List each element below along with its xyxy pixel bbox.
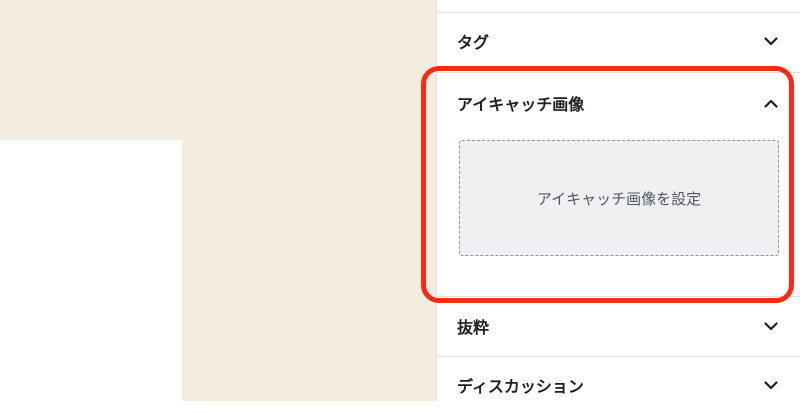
panel-title-excerpt: 抜粋 — [457, 318, 490, 337]
editor-canvas — [0, 0, 436, 401]
chevron-down-icon — [762, 376, 780, 394]
panel-title-discussion: ディスカッション — [457, 377, 584, 396]
set-featured-image-label: アイキャッチ画像を設定 — [536, 189, 702, 208]
panel-header-tags[interactable]: タグ — [437, 13, 800, 69]
chevron-down-icon — [762, 317, 780, 335]
panel-header-featured-image[interactable]: アイキャッチ画像 — [437, 75, 800, 131]
set-featured-image-button[interactable]: アイキャッチ画像を設定 — [459, 140, 779, 256]
chevron-up-icon — [762, 94, 780, 112]
panel-title-tags: タグ — [457, 33, 490, 52]
panel-divider — [437, 72, 800, 73]
panel-title-featured-image: アイキャッチ画像 — [457, 95, 585, 114]
content-block[interactable] — [0, 140, 182, 401]
panel-header-discussion[interactable]: ディスカッション — [437, 357, 800, 413]
panel-divider — [437, 296, 800, 297]
panel-header-excerpt[interactable]: 抜粋 — [437, 298, 800, 354]
settings-sidebar: タグ アイキャッチ画像 アイキャッチ画像を設定 抜粋 ディスカッション — [436, 0, 800, 401]
chevron-down-icon — [762, 32, 780, 50]
